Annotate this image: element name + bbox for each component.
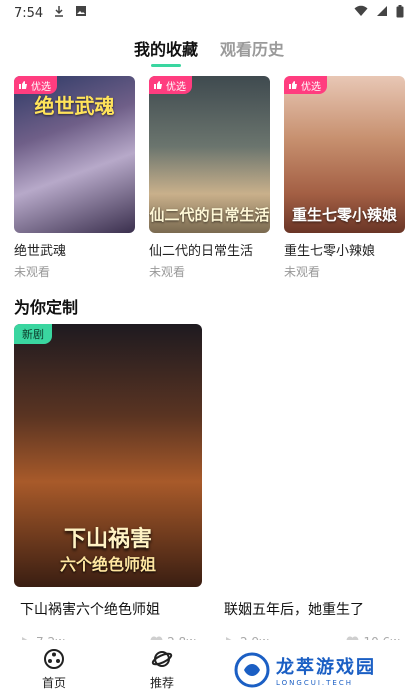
poster-image [218,324,406,587]
poster-image: 优选 仙二代的日常生活 [149,76,270,233]
pick-badge-label: 优选 [166,81,186,93]
tab-bar: 我的收藏 观看历史 [0,34,418,70]
tab-history[interactable]: 观看历史 [220,34,284,70]
battery-icon [396,4,404,22]
thumbs-up-icon [289,81,297,89]
recommendation-title: 联姻五年后，她重生了 [224,602,364,618]
status-time: 7:54 [14,5,44,21]
nav-home[interactable]: 首页 [0,640,108,698]
film-reel-icon [44,648,64,669]
watermark-logo: 龙萃游戏园 LONGCUI.TECH [234,650,404,690]
favorite-item[interactable]: 优选 仙二代的日常生活 仙二代的日常生活 未观看 [149,76,270,280]
recommendation-title: 下山祸害六个绝色师姐 [20,602,160,618]
poster-title: 重生七零小辣娘 [291,206,397,224]
pick-badge-label: 优选 [301,81,321,93]
active-tab-indicator [151,64,181,67]
planet-icon [151,650,173,667]
section-title: 为你定制 [14,298,79,317]
poster-title: 绝世武魂 [34,94,115,118]
watermark-title: 龙萃游戏园 [276,657,376,678]
recommendation-item[interactable]: 联姻五年后，她重生了 2.9w 10.6w [218,324,406,649]
poster-image: 优选 绝世武魂 [14,76,135,233]
favorite-title: 绝世武魂 [14,244,67,259]
favorite-status: 未观看 [284,265,321,279]
wifi-icon [354,5,368,21]
favorites-list: 优选 绝世武魂 绝世武魂 未观看 优选 仙二代的日常生活 仙二代的日常生活 未观… [14,76,405,280]
nav-home-label: 首页 [41,675,66,690]
signal-icon [376,5,388,21]
favorite-title: 仙二代的日常生活 [149,244,254,259]
new-badge: 新剧 [14,324,52,344]
poster-subtitle: 六个绝色师姐 [59,555,156,574]
recommendation-list: 新剧 下山祸害 六个绝色师姐 下山祸害六个绝色师姐 7.2w 2.8w 联姻五年… [14,324,406,649]
favorite-item[interactable]: 优选 重生七零小辣娘 重生七零小辣娘 未观看 [284,76,405,280]
thumbs-up-icon [154,81,162,89]
nav-recommend-label: 推荐 [149,675,174,690]
thumbs-up-icon [19,81,27,89]
dragon-logo-icon [234,652,270,688]
poster-title: 仙二代的日常生活 [149,206,270,224]
poster-title: 下山祸害 [63,527,152,552]
image-icon [75,5,87,21]
poster-image: 新剧 下山祸害 六个绝色师姐 [14,324,202,587]
watermark-sub: LONGCUI.TECH [276,679,353,687]
nav-recommend[interactable]: 推荐 [108,640,216,698]
poster-image: 优选 重生七零小辣娘 [284,76,405,233]
status-bar: 7:54 [0,0,418,26]
favorite-item[interactable]: 优选 绝世武魂 绝世武魂 未观看 [14,76,135,280]
favorite-title: 重生七零小辣娘 [284,244,376,259]
recommendation-item[interactable]: 新剧 下山祸害 六个绝色师姐 下山祸害六个绝色师姐 7.2w 2.8w [14,324,202,649]
favorite-status: 未观看 [149,265,186,279]
favorite-status: 未观看 [14,265,51,279]
download-icon [53,5,65,21]
pick-badge: 优选 [149,76,192,94]
pick-badge: 优选 [284,76,327,94]
